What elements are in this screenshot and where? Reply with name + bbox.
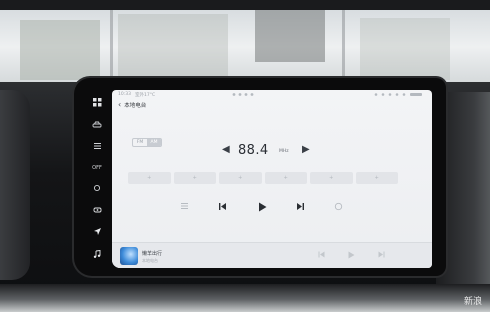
mini-play-icon[interactable] [348,251,355,261]
mini-previous-icon[interactable] [318,251,325,260]
menu-icon[interactable] [89,142,105,153]
building [360,18,450,80]
frequency-unit: MHz [279,149,289,154]
refresh-icon[interactable] [334,202,343,211]
signal-icons [374,92,424,99]
page-header: ‹ 本地电台 [118,100,146,110]
fan-icon[interactable] [89,184,105,195]
list-icon[interactable] [180,202,189,210]
frequency-tuner: ◀ 88.4 MHz ▶ [222,142,312,160]
band-option-fm[interactable]: FM [133,139,147,146]
navigation-icon[interactable] [89,227,105,239]
band-selector[interactable]: FM AM [132,138,162,147]
dashboard-trim [0,284,490,312]
infotainment-screen: 10:33 室外17°C ‹ 本地电台 FM AM ◀ 88.4 MHz ▶ +… [112,90,432,268]
mini-player-title: 懒羊出行 [142,251,163,257]
tune-up-button[interactable]: ▶ [302,145,310,155]
dashboard-left [0,90,30,280]
seat-icon[interactable] [89,206,105,217]
mini-player-subtitle: 本地电台 [142,258,158,263]
side-dock: OFF [84,92,110,268]
status-temperature: 室外17°C [134,92,156,98]
page-title: 本地电台 [124,103,147,109]
mini-next-icon[interactable] [378,251,385,260]
building [20,20,100,80]
preset-slot[interactable]: + [173,172,216,184]
grid-icon[interactable] [89,98,105,110]
status-bar: 10:33 室外17°C [112,90,432,99]
preset-slot[interactable]: + [128,172,171,184]
preset-slot[interactable]: + [264,172,307,184]
building [118,14,228,80]
preset-slot[interactable]: + [310,172,353,184]
roof-liner [0,0,490,10]
app-label-off[interactable]: OFF [89,164,105,173]
status-icons [232,92,258,99]
music-icon[interactable] [89,249,105,262]
watermark: 新浪 [463,297,482,307]
album-cover [120,247,138,265]
preset-list: + + + + + + [128,172,398,184]
car-icon[interactable] [89,121,105,132]
tune-down-button[interactable]: ◀ [222,145,230,155]
status-time: 10:33 [118,92,131,97]
frequency-value: 88.4 [238,143,269,158]
previous-icon[interactable] [218,202,227,211]
preset-slot[interactable]: + [219,172,262,184]
windshield-sticker [255,10,325,62]
band-option-am[interactable]: AM [147,139,161,146]
back-button[interactable]: ‹ [118,101,121,109]
preset-slot[interactable]: + [355,172,398,184]
mini-player[interactable]: 懒羊出行 本地电台 [112,242,432,268]
play-icon[interactable] [258,202,267,212]
next-icon[interactable] [296,202,305,211]
